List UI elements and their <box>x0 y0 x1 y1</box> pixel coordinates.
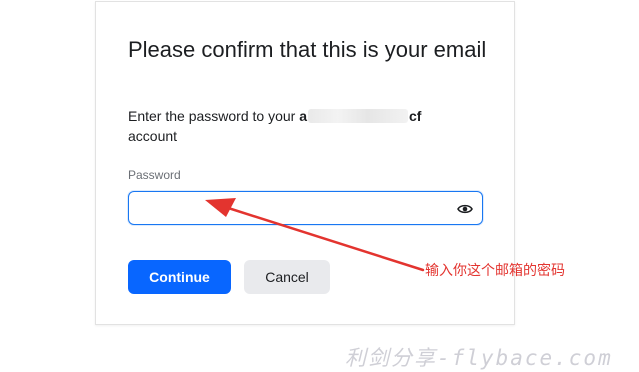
password-label: Password <box>128 168 181 182</box>
cancel-button[interactable]: Cancel <box>244 260 330 294</box>
dialog-title: Please confirm that this is your email <box>128 37 487 62</box>
show-password-eye-icon[interactable] <box>457 201 473 217</box>
email-redaction-blur <box>308 109 408 123</box>
description-prefix: Enter the password to your <box>128 108 296 124</box>
password-field[interactable] <box>128 191 483 225</box>
description-suffix: account <box>128 128 178 144</box>
watermark-text: 利剑分享-flybace.com <box>345 346 613 370</box>
email-end: cf <box>409 108 422 124</box>
email-start: a <box>299 108 307 124</box>
continue-button[interactable]: Continue <box>128 260 231 294</box>
dialog-description: Enter the password to your a cf account <box>128 106 458 146</box>
annotation-text: 输入你这个邮箱的密码 <box>425 263 565 279</box>
masked-email: a cf <box>299 108 421 124</box>
password-input[interactable] <box>129 192 459 224</box>
